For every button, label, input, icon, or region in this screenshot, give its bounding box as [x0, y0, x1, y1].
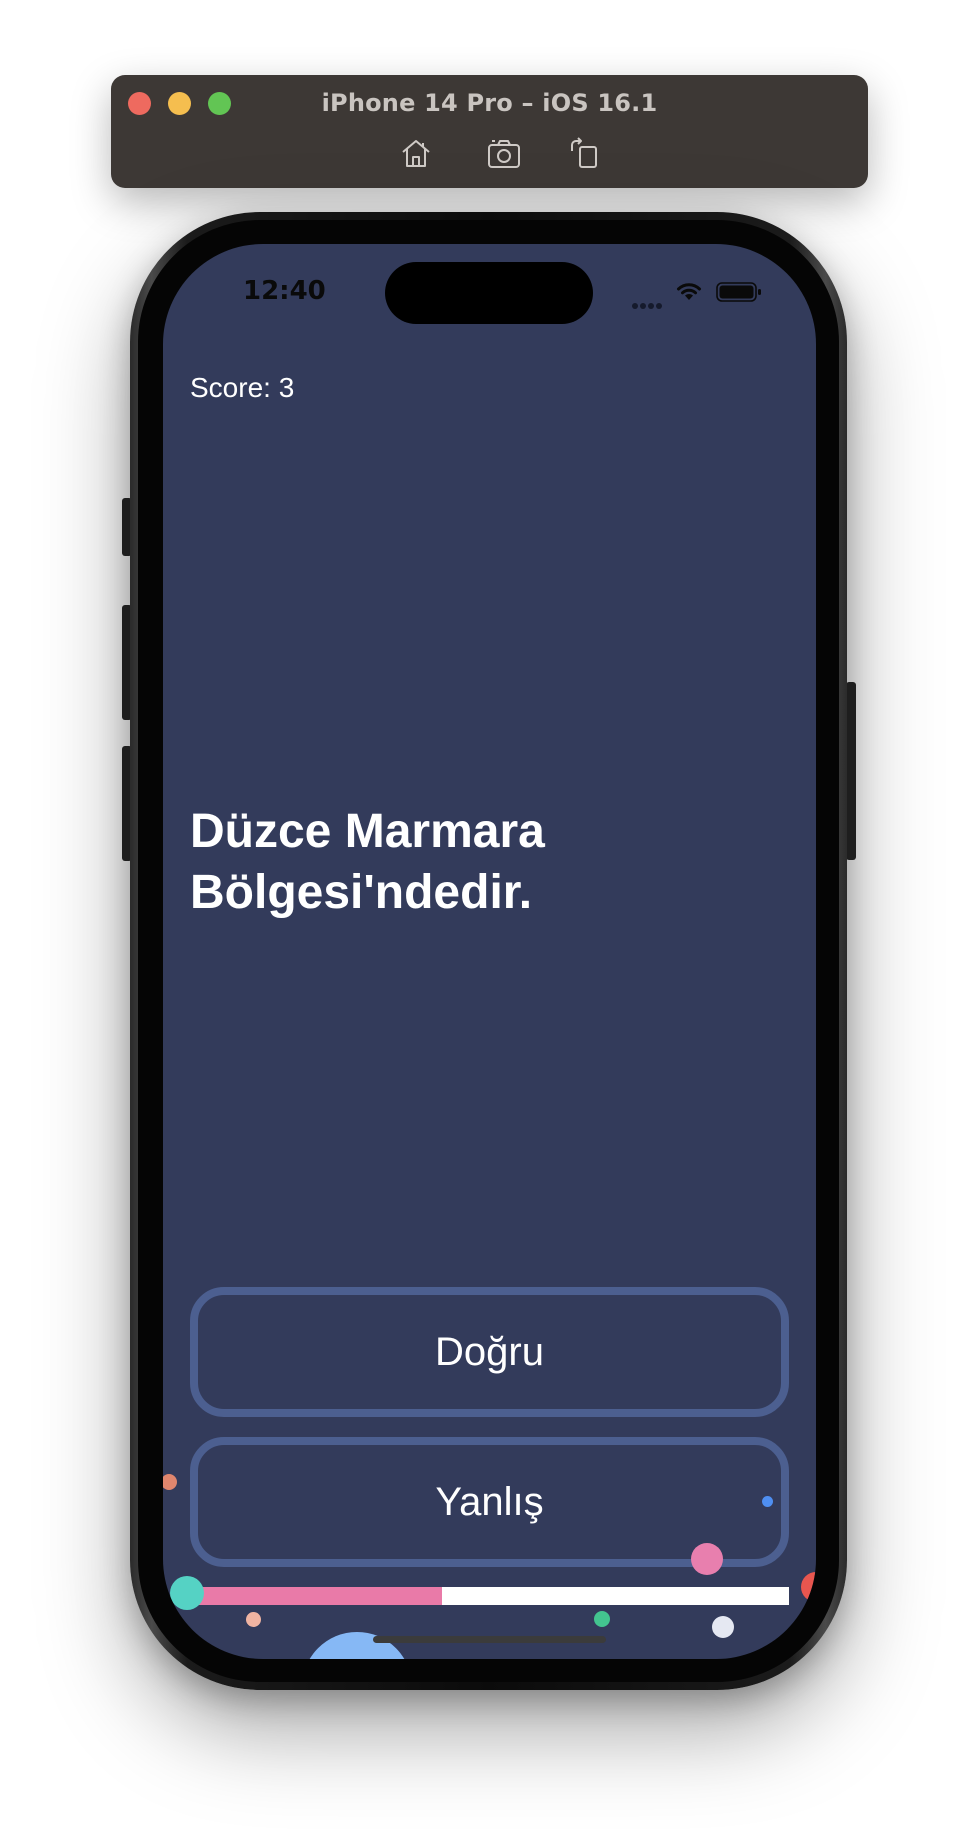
phone-screen: 12:40 Score: 3 Düzce Marmara Bölgesi'nde… — [163, 244, 816, 1659]
progress-bar — [190, 1587, 789, 1605]
confetti-dot — [170, 1576, 204, 1610]
true-answer-button[interactable]: Doğru — [190, 1287, 789, 1417]
progress-bar-fill — [190, 1587, 442, 1605]
simulator-title: iPhone 14 Pro – iOS 16.1 — [321, 89, 658, 117]
false-answer-label: Yanlış — [435, 1479, 544, 1524]
home-icon[interactable] — [398, 135, 434, 171]
score-label: Score: 3 — [190, 372, 295, 403]
simulator-stage: iPhone 14 Pro – iOS 16.1 12:40 Score: 3 … — [0, 0, 978, 1842]
confetti-dot — [762, 1496, 773, 1507]
true-answer-label: Doğru — [435, 1329, 544, 1374]
simulator-window-bar: iPhone 14 Pro – iOS 16.1 — [111, 75, 868, 188]
battery-icon — [716, 282, 761, 302]
question-text: Düzce Marmara Bölgesi'ndedir. — [190, 805, 545, 919]
rotate-icon[interactable] — [566, 135, 602, 171]
confetti-dot — [594, 1611, 610, 1627]
confetti-dot — [163, 1474, 177, 1490]
dynamic-island — [385, 262, 593, 324]
wifi-icon — [677, 283, 701, 300]
confetti-dot — [801, 1572, 816, 1602]
confetti-dot — [246, 1612, 261, 1627]
status-time: 12:40 — [243, 276, 326, 306]
camera-icon[interactable] — [486, 135, 522, 171]
cellular-dots-icon — [632, 296, 666, 309]
confetti-dot — [712, 1616, 734, 1638]
home-indicator — [373, 1636, 606, 1643]
confetti-dot — [691, 1543, 723, 1575]
power-button — [846, 682, 856, 860]
